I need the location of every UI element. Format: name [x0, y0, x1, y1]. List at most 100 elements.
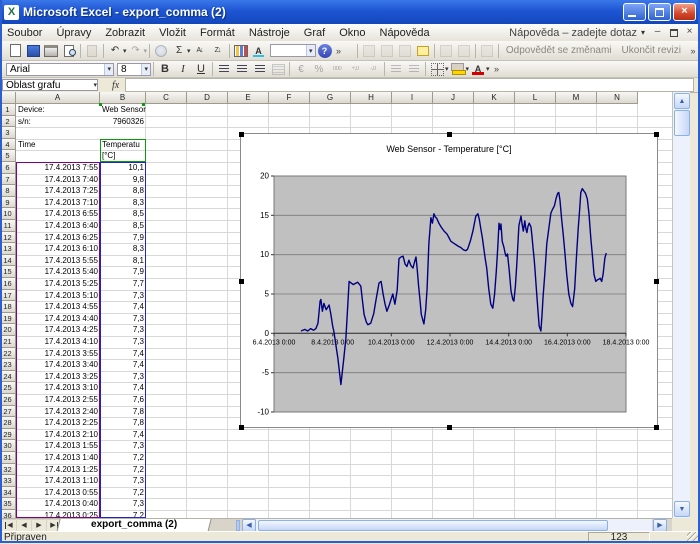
row-header-29[interactable]: 29	[0, 429, 16, 441]
cell-B21[interactable]: 7,3	[100, 336, 146, 348]
cell-B16[interactable]: 7,7	[100, 278, 146, 290]
range-fill-handle[interactable]	[142, 103, 145, 106]
row-header-9[interactable]: 9	[0, 197, 16, 209]
cell-B28[interactable]: 7,8	[100, 417, 146, 429]
cell-B32[interactable]: 7,2	[100, 464, 146, 476]
cell-B23[interactable]: 7,4	[100, 359, 146, 371]
save-icon[interactable]	[24, 43, 42, 58]
formula-input[interactable]	[125, 78, 694, 92]
cell-A26[interactable]: 17.4.2013 2:55	[16, 394, 100, 406]
cell-B25[interactable]: 7,4	[100, 382, 146, 394]
cell-B13[interactable]: 8,3	[100, 243, 146, 255]
restore-button[interactable]	[648, 3, 671, 21]
row-header-19[interactable]: 19	[0, 313, 16, 325]
end-review-button[interactable]: Ukončit revizi	[617, 45, 686, 56]
row-header-36[interactable]: 36	[0, 510, 16, 518]
cell-A36[interactable]: 17.4.2013 0:25	[16, 510, 100, 518]
column-header-K[interactable]: K	[474, 92, 515, 104]
cell-A22[interactable]: 17.4.2013 3:55	[16, 348, 100, 360]
row-header-2[interactable]: 2	[0, 116, 16, 128]
cell-A27[interactable]: 17.4.2013 2:40	[16, 406, 100, 418]
cell-B33[interactable]: 7,3	[100, 475, 146, 487]
column-header-C[interactable]: C	[146, 92, 187, 104]
menu-item-graf[interactable]: Graf	[297, 25, 332, 41]
workbook-close-button[interactable]: ×	[682, 26, 697, 39]
vertical-scroll-thumb[interactable]	[674, 110, 690, 136]
scroll-down-button[interactable]: ▼	[674, 501, 690, 517]
column-header-L[interactable]: L	[515, 92, 556, 104]
fill-color-icon[interactable]	[449, 62, 467, 77]
font-color-icon[interactable]: A	[469, 62, 487, 77]
cell-B20[interactable]: 7,3	[100, 324, 146, 336]
cell-B10[interactable]: 8,5	[100, 208, 146, 220]
row-header-4[interactable]: 4	[0, 139, 16, 151]
resize-grip[interactable]	[687, 532, 698, 543]
cell-B19[interactable]: 7,3	[100, 313, 146, 325]
cell-A28[interactable]: 17.4.2013 2:25	[16, 417, 100, 429]
cell-B2[interactable]: 7960326	[100, 116, 146, 128]
cell-B4[interactable]: Temperatu	[100, 139, 146, 151]
chart-selection-handle[interactable]	[654, 425, 659, 430]
row-header-25[interactable]: 25	[0, 382, 16, 394]
cell-A21[interactable]: 17.4.2013 4:10	[16, 336, 100, 348]
underline-icon[interactable]: U	[192, 62, 210, 77]
row-header-27[interactable]: 27	[0, 406, 16, 418]
sort-descending-icon[interactable]: Z↓	[209, 43, 227, 58]
cell-B30[interactable]: 7,3	[100, 440, 146, 452]
cell-A2[interactable]: s/n:	[16, 116, 100, 128]
cell-B27[interactable]: 7,8	[100, 406, 146, 418]
cell-B9[interactable]: 8,3	[100, 197, 146, 209]
cell-A34[interactable]: 17.4.2013 0:55	[16, 487, 100, 499]
column-header-G[interactable]: G	[310, 92, 351, 104]
minimize-button[interactable]	[623, 3, 646, 21]
cell-B15[interactable]: 7,9	[100, 266, 146, 278]
column-header-H[interactable]: H	[351, 92, 392, 104]
row-header-21[interactable]: 21	[0, 336, 16, 348]
cell-B26[interactable]: 7,6	[100, 394, 146, 406]
row-header-23[interactable]: 23	[0, 359, 16, 371]
cell-B24[interactable]: 7,3	[100, 371, 146, 383]
autosum-icon[interactable]: Σ	[170, 43, 188, 58]
row-header-8[interactable]: 8	[0, 185, 16, 197]
menu-item-napoveda[interactable]: Nápověda	[373, 25, 437, 41]
cell-A17[interactable]: 17.4.2013 5:10	[16, 290, 100, 302]
chart-selection-handle[interactable]	[239, 279, 244, 284]
cell-A9[interactable]: 17.4.2013 7:10	[16, 197, 100, 209]
reply-with-changes-button[interactable]: Odpovědět se změnami	[501, 45, 617, 56]
tab-split-handle[interactable]	[236, 520, 240, 531]
drawing-icon[interactable]: A	[250, 43, 268, 58]
chart-selection-handle[interactable]	[654, 132, 659, 137]
cell-B35[interactable]: 7,3	[100, 498, 146, 510]
print-preview-icon[interactable]	[60, 43, 78, 58]
cell-A30[interactable]: 17.4.2013 1:55	[16, 440, 100, 452]
chart-selection-handle[interactable]	[654, 279, 659, 284]
cell-B8[interactable]: 8,8	[100, 185, 146, 197]
cell-B22[interactable]: 7,4	[100, 348, 146, 360]
toolbar-options-chevron[interactable]: »	[492, 64, 502, 74]
bold-icon[interactable]: B	[156, 62, 174, 77]
menu-item-format[interactable]: Formát	[193, 25, 242, 41]
row-header-11[interactable]: 11	[0, 220, 16, 232]
cell-B12[interactable]: 7,9	[100, 232, 146, 244]
cell-A18[interactable]: 17.4.2013 4:55	[16, 301, 100, 313]
undo-icon[interactable]: ↶	[106, 43, 124, 58]
column-header-J[interactable]: J	[433, 92, 474, 104]
cell-A29[interactable]: 17.4.2013 2:10	[16, 429, 100, 441]
cell-A31[interactable]: 17.4.2013 1:40	[16, 452, 100, 464]
row-header-3[interactable]: 3	[0, 127, 16, 139]
row-header-20[interactable]: 20	[0, 324, 16, 336]
row-header-32[interactable]: 32	[0, 464, 16, 476]
cell-A15[interactable]: 17.4.2013 5:40	[16, 266, 100, 278]
scroll-up-button[interactable]: ▲	[674, 93, 690, 109]
horizontal-scroll-thumb[interactable]	[258, 520, 608, 531]
row-header-16[interactable]: 16	[0, 278, 16, 290]
cell-A4[interactable]: Time	[16, 139, 100, 151]
row-header-5[interactable]: 5	[0, 150, 16, 162]
cell-A7[interactable]: 17.4.2013 7:40	[16, 174, 100, 186]
cell-A10[interactable]: 17.4.2013 6:55	[16, 208, 100, 220]
chevron-down-icon[interactable]: ▾	[104, 64, 113, 75]
cell-A16[interactable]: 17.4.2013 5:25	[16, 278, 100, 290]
chart-selection-handle[interactable]	[239, 132, 244, 137]
menu-item-upravy[interactable]: Úpravy	[49, 25, 98, 41]
cell-A19[interactable]: 17.4.2013 4:40	[16, 313, 100, 325]
